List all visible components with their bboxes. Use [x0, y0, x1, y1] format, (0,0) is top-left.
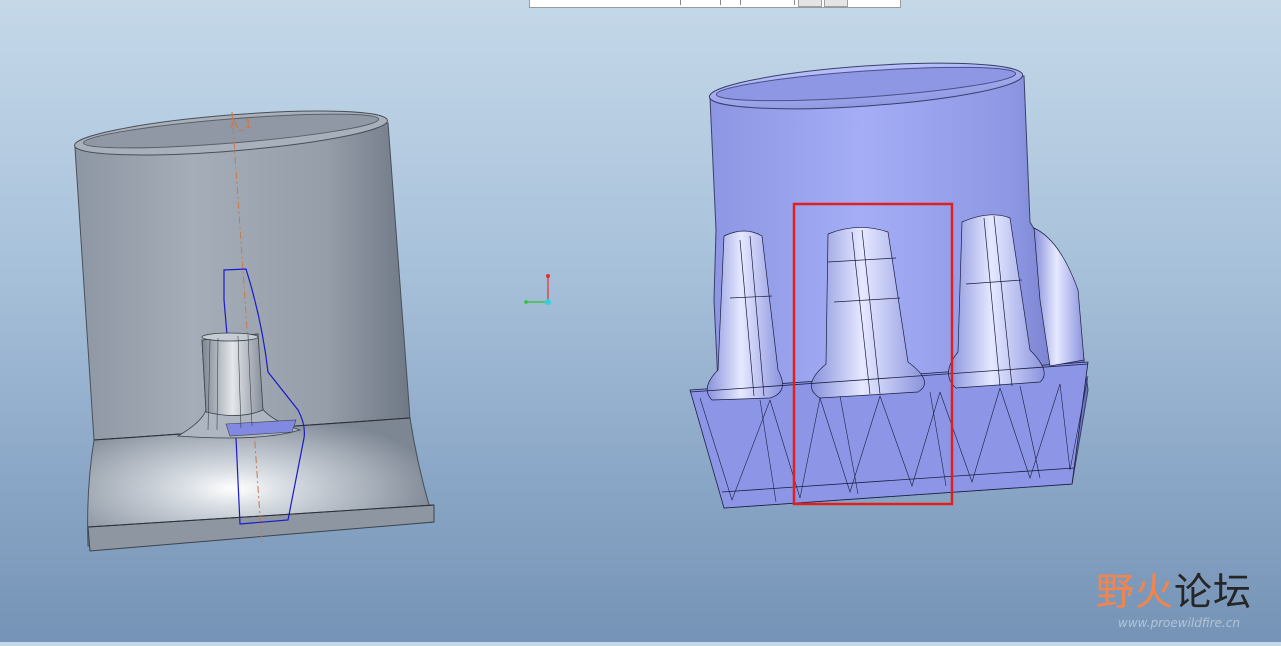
- watermark-title-part2: 论坛: [1174, 570, 1253, 614]
- watermark-url: www.proewildfire.cn: [1118, 616, 1240, 630]
- forum-watermark: 野火论坛 www.proewildfire.cn: [1096, 570, 1266, 636]
- toolbar-separator: [794, 0, 795, 5]
- model-canvas[interactable]: A_1: [0, 0, 1281, 642]
- toolbar-separator: [740, 0, 741, 5]
- watermark-title-part1: 野火: [1096, 570, 1175, 614]
- toolbar-separator: [720, 0, 721, 5]
- toolbar-separator: [680, 0, 681, 5]
- watermark-title: 野火论坛: [1096, 570, 1252, 614]
- toolbar-button[interactable]: [798, 0, 822, 7]
- left-part-model[interactable]: A_1: [73, 102, 435, 552]
- 3d-viewport[interactable]: A_1 野火论坛 www.proewildfire.cn: [0, 0, 1281, 642]
- floating-toolbar[interactable]: [529, 0, 901, 8]
- datum-axis-label: A_1: [230, 117, 252, 131]
- csys-triad[interactable]: [524, 274, 551, 305]
- toolbar-button[interactable]: [824, 0, 848, 7]
- right-part-model[interactable]: [689, 55, 1089, 509]
